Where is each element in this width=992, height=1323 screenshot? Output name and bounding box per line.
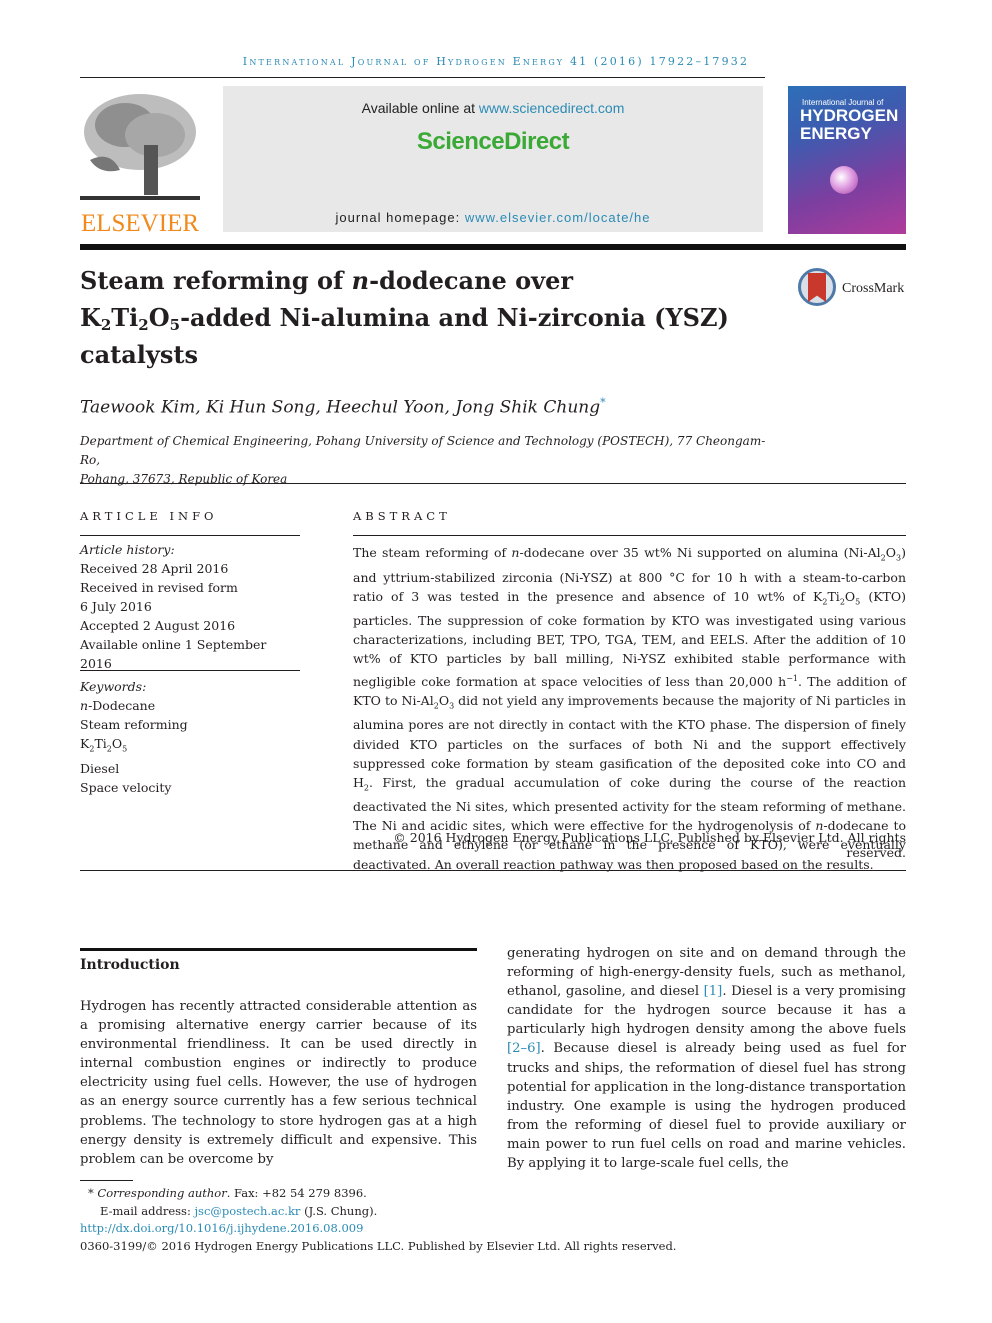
- cover-title: HYDROGEN ENERGY: [800, 107, 898, 143]
- article-history: Article history: Received 28 April 2016 …: [80, 540, 300, 673]
- keyword-item: Space velocity: [80, 779, 172, 795]
- journal-homepage-line: journal homepage: www.elsevier.com/locat…: [223, 210, 763, 225]
- intro-left-column: Hydrogen has recently attracted consider…: [80, 999, 477, 1167]
- article-info-rule: [80, 535, 300, 536]
- history-item: Received 28 April 2016: [80, 561, 229, 576]
- keyword-item: Diesel: [80, 760, 120, 776]
- journal-cover-image[interactable]: International Journal of HYDROGEN ENERGY: [788, 86, 906, 234]
- doi-link[interactable]: http://dx.doi.org/10.1016/j.ijhydene.201…: [80, 1220, 676, 1238]
- available-online-label: Available online at: [361, 100, 479, 116]
- section-rule: [80, 483, 906, 484]
- title-subscript: 2: [138, 316, 149, 334]
- article-info-heading: ARTICLE INFO: [80, 509, 218, 523]
- citation-link[interactable]: [2–6]: [507, 1041, 541, 1056]
- intro-right-column: generating hydrogen on site and on deman…: [507, 946, 906, 1172]
- abstract-text: The steam reforming of n-dodecane over 3…: [353, 545, 907, 872]
- journal-homepage-link[interactable]: www.elsevier.com/locate/he: [465, 210, 651, 225]
- journal-homepage-label: journal homepage:: [335, 210, 465, 225]
- title-text: Ti: [111, 303, 139, 332]
- issn-line: 0360-3199/© 2016 Hydrogen Energy Publica…: [80, 1238, 677, 1253]
- corresponding-author-note: * Corresponding author. Fax: +82 54 279 …: [88, 1186, 367, 1200]
- keyword-item: n-Dodecane: [80, 698, 156, 713]
- keywords-rule: [80, 670, 300, 671]
- crossmark-label: CrossMark: [842, 281, 905, 296]
- corresponding-author-link[interactable]: *: [600, 396, 606, 409]
- cover-title-line-2: ENERGY: [800, 124, 872, 143]
- elsevier-wordmark: ELSEVIER: [80, 210, 200, 237]
- email-note: E-mail address: jsc@postech.ac.kr (J.S. …: [100, 1203, 378, 1218]
- title-text: -added Ni-alumina and Ni-zirconia (YSZ): [180, 303, 729, 332]
- title-italic: n: [351, 266, 370, 295]
- elsevier-logo[interactable]: [80, 90, 200, 208]
- available-online-line: Available online at www.sciencedirect.co…: [223, 100, 763, 116]
- title-line-2: K2Ti2O5-added Ni-alumina and Ni-zirconia…: [80, 299, 760, 336]
- abstract-rule: [353, 535, 906, 536]
- affiliation-line: Department of Chemical Engineering, Poha…: [80, 434, 766, 467]
- history-item: Accepted 2 August 2016: [80, 618, 236, 633]
- cover-title-line-1: HYDROGEN: [800, 106, 899, 125]
- keyword-item: Steam reforming: [80, 717, 188, 732]
- introduction-heading: Introduction: [80, 957, 180, 973]
- article-title: Steam reforming of n-dodecane over K2Ti2…: [80, 262, 760, 373]
- keywords-label: Keywords:: [80, 679, 147, 694]
- article-history-label: Article history:: [80, 542, 175, 557]
- title-line-1: Steam reforming of n-dodecane over: [80, 262, 760, 299]
- title-text: Steam reforming of: [80, 266, 352, 295]
- cover-orb-graphic: [830, 166, 858, 194]
- title-text: -dodecane over: [369, 266, 574, 295]
- authors-text: Taewook Kim, Ki Hun Song, Heechul Yoon, …: [80, 397, 601, 418]
- title-line-3: catalysts: [80, 340, 198, 369]
- footnote-rule: [80, 1180, 133, 1181]
- abstract-copyright: © 2016 Hydrogen Energy Publications LLC.…: [393, 830, 906, 860]
- history-item: Received in revised form: [80, 580, 238, 595]
- keywords-list: Keywords: n-Dodecane Steam reforming K2T…: [80, 677, 300, 797]
- masthead-rule: [80, 244, 906, 250]
- running-head: International Journal of Hydrogen Energy…: [242, 55, 750, 68]
- history-item: 6 July 2016: [80, 599, 152, 614]
- title-text: O: [148, 303, 170, 332]
- citation-link[interactable]: [1]: [704, 984, 723, 999]
- title-subscript: 2: [100, 316, 112, 334]
- elsevier-tree-icon: [80, 94, 200, 200]
- abstract-end-rule: [80, 870, 906, 871]
- affiliation-line: Pohang, 37673, Republic of Korea: [80, 472, 288, 486]
- abstract-heading: ABSTRACT: [353, 509, 451, 523]
- header-rule: [80, 77, 765, 78]
- email-link[interactable]: jsc@postech.ac.kr: [194, 1204, 300, 1218]
- author-list: Taewook Kim, Ki Hun Song, Heechul Yoon, …: [80, 396, 606, 418]
- affiliation: Department of Chemical Engineering, Poha…: [80, 432, 780, 489]
- sciencedirect-link[interactable]: www.sciencedirect.com: [479, 100, 625, 116]
- keyword-item: K2Ti2O5: [80, 736, 128, 754]
- crossmark-button[interactable]: CrossMark: [798, 268, 908, 310]
- title-text: K: [80, 303, 101, 332]
- title-subscript: 5: [169, 316, 181, 334]
- intro-rule: [80, 948, 477, 951]
- footnotes: * Corresponding author. Fax: +82 54 279 …: [80, 1185, 676, 1255]
- sciencedirect-banner: Available online at www.sciencedirect.co…: [223, 86, 763, 232]
- history-item: Available online 1 September 2016: [80, 637, 267, 671]
- sciencedirect-logo[interactable]: ScienceDirect: [223, 128, 763, 156]
